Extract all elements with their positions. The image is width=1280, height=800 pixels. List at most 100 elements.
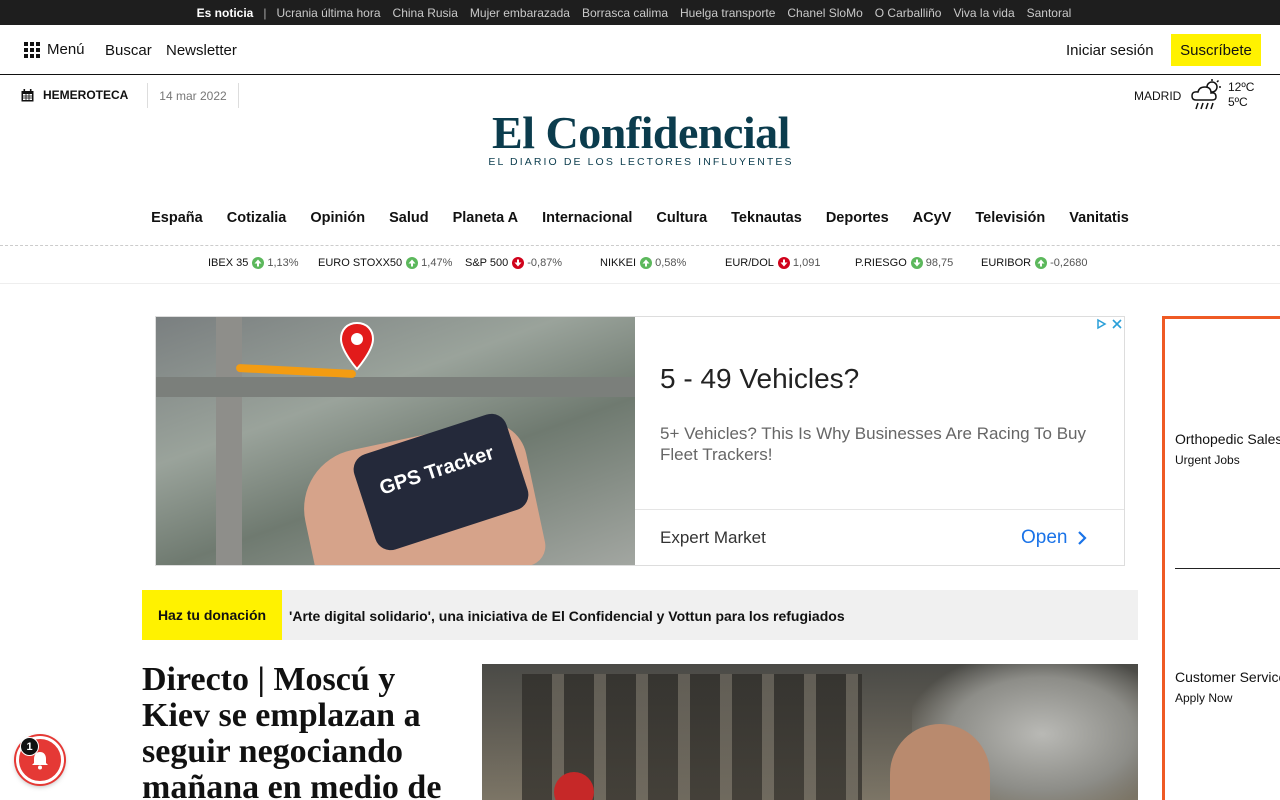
ad-footer: Expert Market Open bbox=[635, 509, 1124, 565]
ticker-divider bbox=[0, 283, 1280, 284]
up-arrow-icon bbox=[640, 257, 653, 269]
advertisement-banner[interactable]: GPS Tracker 5 - 49 Vehicles? 5+ Vehicles… bbox=[155, 316, 1125, 566]
ticker-item[interactable]: EURIBOR -0,2680 bbox=[981, 257, 1087, 269]
grid-menu-icon bbox=[24, 41, 40, 58]
section-link[interactable]: ACyV bbox=[913, 210, 952, 226]
trending-link[interactable]: Santoral bbox=[1027, 6, 1072, 20]
archive-link[interactable]: HEMEROTECA bbox=[21, 88, 128, 102]
archive-label: HEMEROTECA bbox=[43, 88, 129, 102]
section-link[interactable]: Teknautas bbox=[731, 210, 802, 226]
ad-open-button[interactable]: Open bbox=[1021, 527, 1088, 549]
login-link[interactable]: Iniciar sesión bbox=[1066, 42, 1154, 59]
current-date: 14 mar 2022 bbox=[147, 83, 239, 108]
section-nav: España Cotizalia Opinión Salud Planeta A… bbox=[0, 210, 1280, 226]
section-link[interactable]: Planeta A bbox=[453, 210, 519, 226]
section-link[interactable]: Opinión bbox=[310, 210, 365, 226]
section-link[interactable]: Cultura bbox=[656, 210, 707, 226]
ticker-name: NIKKEI bbox=[600, 257, 637, 269]
ticker-item[interactable]: EURO STOXX50 1,47% bbox=[318, 257, 452, 269]
sidebar-ad-subtitle: Urgent Jobs bbox=[1175, 453, 1240, 467]
ticker-value: 1,13% bbox=[267, 257, 299, 269]
ticker-name: EURIBOR bbox=[981, 257, 1032, 269]
ticker-name: P.RIESGO bbox=[855, 257, 907, 269]
trending-link[interactable]: Ucrania última hora bbox=[276, 6, 380, 20]
ad-image-text: GPS Tracker bbox=[376, 441, 497, 500]
trending-link[interactable]: Huelga transporte bbox=[680, 6, 775, 20]
chevron-right-icon bbox=[1078, 531, 1088, 545]
ticker-value: 1,091 bbox=[792, 257, 821, 269]
ticker-value: 0,58% bbox=[655, 257, 687, 269]
down-arrow-icon bbox=[910, 257, 923, 269]
adchoices-icon[interactable] bbox=[1093, 317, 1109, 331]
top-navigation: Menú Buscar Newsletter Iniciar sesión Su… bbox=[0, 25, 1280, 75]
ticker-item[interactable]: EUR/DOL 1,091 bbox=[725, 257, 820, 269]
sidebar-advertisement[interactable]: Orthopedic Sales Urgent Jobs Customer Se… bbox=[1162, 316, 1280, 800]
sidebar-ad-divider bbox=[1175, 568, 1280, 569]
notification-count-badge: 1 bbox=[20, 737, 39, 756]
calendar-icon bbox=[21, 88, 34, 101]
section-link[interactable]: España bbox=[151, 210, 203, 226]
section-link[interactable]: Salud bbox=[389, 210, 428, 226]
map-pin-icon bbox=[339, 321, 375, 371]
trending-lead: Es noticia bbox=[196, 5, 254, 20]
ad-title: 5 - 49 Vehicles? bbox=[660, 363, 860, 394]
close-icon[interactable] bbox=[1109, 317, 1125, 331]
logo-title: El Confidencial bbox=[492, 107, 790, 158]
section-link[interactable]: Televisión bbox=[975, 210, 1045, 226]
sidebar-ad-title[interactable]: Customer Service bbox=[1175, 669, 1280, 685]
section-link[interactable]: Deportes bbox=[826, 210, 889, 226]
temperature-high: 12ºC bbox=[1228, 80, 1255, 94]
ticker-value: 1,47% bbox=[421, 257, 453, 269]
up-arrow-icon bbox=[406, 257, 419, 269]
ticker-name: EURO STOXX50 bbox=[318, 257, 403, 269]
ticker-value: -0,87% bbox=[527, 257, 563, 269]
weather-city: MADRID bbox=[1134, 89, 1182, 103]
down-arrow-icon bbox=[777, 257, 790, 269]
newsletter-link[interactable]: Newsletter bbox=[166, 42, 237, 59]
trending-link[interactable]: Viva la vida bbox=[953, 6, 1014, 20]
trending-link[interactable]: Mujer embarazada bbox=[470, 6, 570, 20]
ad-brand: Expert Market bbox=[660, 528, 766, 547]
search-link[interactable]: Buscar bbox=[105, 42, 152, 59]
section-link[interactable]: Internacional bbox=[542, 210, 632, 226]
up-arrow-icon bbox=[1035, 257, 1048, 269]
ticker-name: IBEX 35 bbox=[208, 257, 249, 269]
ticker-item[interactable]: IBEX 35 1,13% bbox=[208, 257, 299, 269]
section-link[interactable]: Cotizalia bbox=[227, 210, 287, 226]
section-link[interactable]: Vanitatis bbox=[1069, 210, 1129, 226]
section-divider bbox=[0, 245, 1280, 246]
ticker-item[interactable]: P.RIESGO 98,75 bbox=[855, 257, 953, 269]
rain-cloud-icon bbox=[1191, 79, 1221, 110]
ticker-value: -0,2680 bbox=[1050, 257, 1088, 269]
site-logo[interactable]: El Confidencial EL DIARIO DE LOS LECTORE… bbox=[479, 107, 803, 169]
donation-bar: Haz tu donación 'Arte digital solidario'… bbox=[142, 590, 1138, 640]
main-headline[interactable]: Directo | Moscú y Kiev se emplazan a seg… bbox=[142, 662, 462, 800]
temperature-low: 5ºC bbox=[1228, 95, 1248, 109]
logo-tagline: EL DIARIO DE LOS LECTORES INFLUYENTES bbox=[488, 156, 794, 168]
trending-link[interactable]: O Carballiño bbox=[875, 6, 942, 20]
trending-link[interactable]: China Rusia bbox=[393, 6, 458, 20]
trending-separator: | bbox=[263, 5, 267, 20]
main-article-photo[interactable] bbox=[482, 664, 1138, 800]
sidebar-ad-subtitle: Apply Now bbox=[1175, 691, 1233, 705]
trending-bar: Es noticia | Ucrania última hora China R… bbox=[0, 0, 1280, 25]
ad-image: GPS Tracker bbox=[156, 317, 635, 565]
menu-label: Menú bbox=[47, 41, 85, 58]
menu-button[interactable]: Menú bbox=[24, 41, 85, 58]
subscribe-button[interactable]: Suscríbete bbox=[1171, 34, 1261, 66]
ticker-item[interactable]: S&P 500 -0,87% bbox=[465, 257, 562, 269]
ticker-value: 98,75 bbox=[925, 257, 954, 269]
trending-link[interactable]: Chanel SloMo bbox=[787, 6, 862, 20]
up-arrow-icon bbox=[252, 257, 265, 269]
ticker-name: S&P 500 bbox=[465, 257, 509, 269]
donation-link[interactable]: 'Arte digital solidario', una iniciativa… bbox=[289, 608, 845, 624]
ticker-item[interactable]: NIKKEI 0,58% bbox=[600, 257, 686, 269]
trending-link[interactable]: Borrasca calima bbox=[582, 6, 668, 20]
down-arrow-icon bbox=[512, 257, 525, 269]
donate-button[interactable]: Haz tu donación bbox=[142, 590, 282, 640]
sidebar-ad-title[interactable]: Orthopedic Sales bbox=[1175, 431, 1280, 447]
ad-open-label: Open bbox=[1021, 527, 1068, 548]
ad-description: 5+ Vehicles? This Is Why Businesses Are … bbox=[660, 424, 1087, 464]
ticker-name: EUR/DOL bbox=[725, 257, 774, 269]
ad-choices[interactable] bbox=[1093, 317, 1125, 331]
